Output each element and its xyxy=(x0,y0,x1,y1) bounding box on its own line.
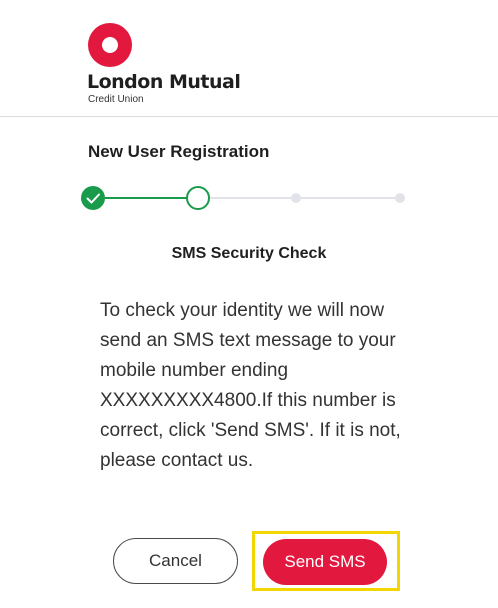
brand-subtitle: Credit Union xyxy=(88,94,144,105)
header: London Mutual Credit Union xyxy=(0,0,498,117)
sms-message: To check your identity we will now send … xyxy=(100,300,401,471)
cancel-button[interactable]: Cancel xyxy=(113,538,238,584)
section-title: SMS Security Check xyxy=(171,245,327,262)
step-1-complete xyxy=(81,186,105,210)
page-title: New User Registration xyxy=(88,142,270,161)
step-2-current xyxy=(186,186,210,210)
brand-logo-icon xyxy=(88,23,132,67)
step-4-pending xyxy=(395,193,405,203)
brand-name: London Mutual xyxy=(87,71,241,93)
progress-stepper xyxy=(81,186,405,210)
step-3-pending xyxy=(291,193,301,203)
send-sms-button[interactable]: Send SMS xyxy=(263,539,387,585)
